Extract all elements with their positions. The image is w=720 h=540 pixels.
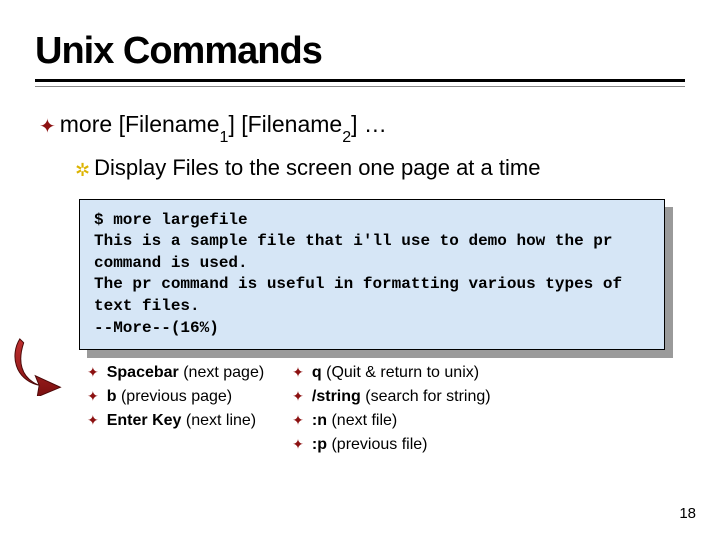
slide: Unix Commands ✦ more [Filename1] [Filena… bbox=[0, 0, 720, 480]
key-item: ✦:n (next file) bbox=[292, 412, 490, 430]
bullet-icon: ✦ bbox=[87, 412, 99, 429]
key-item: ✦Enter Key (next line) bbox=[87, 412, 264, 430]
curved-arrow-icon bbox=[14, 336, 72, 396]
page-number: 18 bbox=[679, 505, 696, 522]
bullet-icon: ✦ bbox=[87, 364, 99, 381]
bullet-icon: ✦ bbox=[39, 114, 56, 139]
bullet-icon: ✲ bbox=[75, 160, 90, 181]
key-item: ✦b (previous page) bbox=[87, 388, 264, 406]
key-col-right: ✦q (Quit & return to unix) ✦/string (sea… bbox=[292, 364, 490, 460]
description-line: ✲ Display Files to the screen one page a… bbox=[75, 155, 685, 181]
divider-thin bbox=[35, 86, 685, 87]
command-text: more [Filename1] [Filename2] … bbox=[60, 111, 387, 143]
key-columns: ✦Spacebar (next page) ✦b (previous page)… bbox=[87, 364, 685, 460]
bullet-icon: ✦ bbox=[292, 436, 304, 453]
code-block: $ more largefile This is a sample file t… bbox=[79, 199, 665, 351]
key-item: ✦:p (previous file) bbox=[292, 436, 490, 454]
key-col-left: ✦Spacebar (next page) ✦b (previous page)… bbox=[87, 364, 264, 460]
key-item: ✦/string (search for string) bbox=[292, 388, 490, 406]
bullet-icon: ✦ bbox=[292, 412, 304, 429]
key-item: ✦Spacebar (next page) bbox=[87, 364, 264, 382]
bullet-icon: ✦ bbox=[292, 388, 304, 405]
code-content: $ more largefile This is a sample file t… bbox=[79, 199, 665, 351]
bullet-icon: ✦ bbox=[292, 364, 304, 381]
divider-thick bbox=[35, 79, 685, 82]
key-item: ✦q (Quit & return to unix) bbox=[292, 364, 490, 382]
command-line: ✦ more [Filename1] [Filename2] … bbox=[39, 111, 685, 143]
slide-title: Unix Commands bbox=[35, 30, 685, 73]
description-text: Display Files to the screen one page at … bbox=[94, 155, 540, 181]
bullet-icon: ✦ bbox=[87, 388, 99, 405]
